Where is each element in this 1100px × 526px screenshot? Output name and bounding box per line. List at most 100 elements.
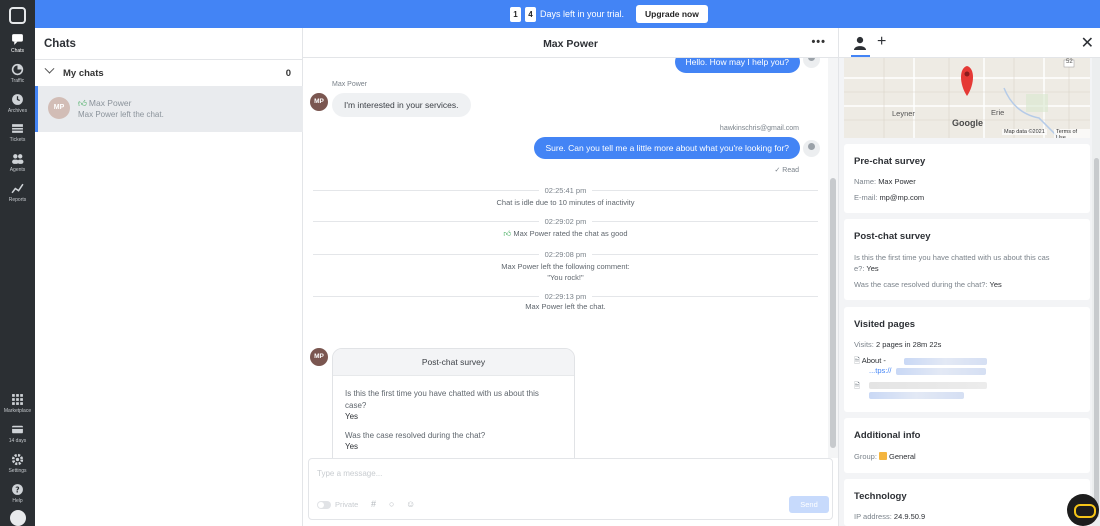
card-title: Visited pages: [854, 319, 916, 330]
page-icon: 🗎︎: [854, 381, 861, 390]
rail-item-archives[interactable]: Archives: [0, 93, 35, 114]
my-chats-section[interactable]: My chats 0: [35, 59, 303, 86]
attachment-icon[interactable]: ○: [389, 499, 394, 509]
redacted-text: [869, 382, 987, 389]
ticket-icon: [12, 124, 23, 133]
add-tab-icon[interactable]: +: [877, 33, 886, 51]
upgrade-button[interactable]: Upgrade now: [636, 5, 708, 23]
visited-page-url[interactable]: ...tps://: [869, 366, 892, 375]
event-time: 02:29:02 pm: [538, 217, 593, 226]
message-composer: Private # ○ ☺ Send: [308, 458, 833, 520]
rail-item-help[interactable]: ? Help: [0, 483, 35, 504]
user-avatar[interactable]: [10, 510, 26, 526]
close-icon[interactable]: ✕: [1081, 33, 1094, 53]
rail-label: Agents: [9, 167, 26, 173]
survey-answer: Yes: [989, 280, 1002, 289]
chevron-down-icon: [44, 63, 55, 74]
agent-avatar-icon: [803, 58, 820, 68]
help-icon: ?: [12, 484, 23, 495]
gear-icon: [11, 453, 24, 466]
pre-chat-survey-card: Pre-chat survey Name: Max Power E-mail: …: [844, 144, 1090, 213]
rail-item-reports[interactable]: Reports: [0, 182, 35, 203]
agent-message: Sure. Can you tell me a little more abou…: [534, 137, 800, 159]
survey-answer: Yes: [866, 264, 879, 273]
event-time: 02:29:08 pm: [538, 250, 593, 259]
chat-list-item[interactable]: MP 👍︎ Max Power Max Power left the chat.: [35, 86, 303, 132]
chats-title: Chats: [44, 38, 76, 50]
more-options-icon[interactable]: •••: [811, 36, 826, 48]
rail-item-tickets[interactable]: Tickets: [0, 122, 35, 143]
app-logo-icon[interactable]: [9, 7, 26, 24]
rail-label: Traffic: [10, 78, 25, 84]
trial-days-digit: 4: [525, 6, 536, 22]
survey-question: Was the case resolved during the chat?:: [854, 280, 988, 289]
emoji-icon[interactable]: ☺: [406, 499, 415, 509]
message-list: Hello. How may I help you? Max Power MP …: [303, 58, 828, 458]
rail-label: Marketplace: [3, 408, 32, 414]
my-chats-count: 0: [285, 68, 291, 79]
map-credits: Map data ©2021: [1002, 129, 1047, 135]
location-map[interactable]: 52 Leyner Erie Google Map data ©2021 Ter…: [844, 58, 1090, 138]
message-input[interactable]: [317, 465, 817, 481]
private-toggle[interactable]: [317, 501, 331, 509]
event-comment: "You rock!": [547, 273, 584, 282]
conversation-panel: Max Power ••• Hello. How may I help you?…: [303, 28, 838, 526]
details-scrollbar[interactable]: [1092, 58, 1100, 526]
chats-list-panel: Chats My chats 0 MP 👍︎ Max Power Max Powe…: [35, 28, 303, 526]
rail-item-marketplace[interactable]: Marketplace: [0, 393, 35, 414]
rail-item-trial[interactable]: 14 days: [0, 423, 35, 444]
rail-label: Chats: [10, 48, 25, 54]
survey-question: Was the case resolved during the chat?: [345, 430, 486, 440]
avatar: MP: [310, 348, 328, 366]
visited-pages-card: Visited pages Visits: 2 pages in 28m 22s…: [844, 307, 1090, 412]
traffic-icon: [11, 63, 24, 76]
map-terms-link[interactable]: Terms of Use: [1054, 129, 1090, 138]
field-value: 24.9.50.9: [893, 512, 926, 521]
left-nav-rail: Chats Traffic Archives Tickets Agents Re…: [0, 0, 35, 526]
card-title: Additional info: [854, 430, 921, 441]
rail-item-chats[interactable]: Chats: [0, 33, 35, 54]
people-icon: [12, 154, 24, 164]
agent-message: Hello. How may I help you?: [674, 58, 800, 73]
post-chat-survey-card: Post-chat survey Is this the first time …: [332, 348, 575, 458]
chat-item-name: Max Power: [88, 98, 132, 108]
avatar: MP: [48, 97, 70, 119]
active-tab-indicator: [851, 55, 870, 57]
survey-question: Is this the first time you have chatted …: [345, 389, 539, 410]
trial-banner: 1 4 Days left in your trial. Upgrade now: [35, 0, 1100, 28]
card-title: Post-chat survey: [854, 231, 931, 242]
agent-avatar-icon: [803, 140, 820, 157]
thumbs-up-icon: 👍︎: [78, 98, 87, 108]
map-route-label: 52: [1066, 59, 1073, 65]
thumbs-up-icon: 👍︎: [503, 229, 512, 238]
send-button[interactable]: Send: [789, 496, 829, 513]
grid-icon: [12, 394, 23, 405]
details-header: + ✕: [839, 28, 1100, 58]
visited-page-title[interactable]: About -: [862, 356, 886, 365]
chat-item-preview: Max Power left the chat.: [78, 110, 164, 119]
rail-item-settings[interactable]: Settings: [0, 453, 35, 474]
field-value: Max Power: [878, 177, 916, 186]
assistant-widget-button[interactable]: [1067, 494, 1099, 526]
chat-bubble-icon: [12, 34, 23, 45]
event-time: 02:25:41 pm: [538, 186, 593, 195]
google-logo: Google: [952, 118, 983, 128]
field-label: Group:: [854, 452, 877, 461]
map-label-leyner: Leyner: [892, 109, 915, 118]
group-badge-icon: [879, 452, 888, 460]
trial-text: Days left in your trial.: [540, 9, 625, 19]
rail-item-traffic[interactable]: Traffic: [0, 63, 35, 84]
clock-icon: [12, 94, 23, 105]
field-label: Visits:: [854, 340, 874, 349]
page-icon: 🗎︎: [854, 356, 861, 365]
event-text: Max Power rated the chat as good: [513, 229, 628, 238]
field-label: Name:: [854, 177, 877, 186]
hash-icon[interactable]: #: [371, 499, 376, 509]
visitor-message: I'm interested in your services.: [332, 93, 471, 117]
customer-tab-icon[interactable]: [853, 36, 867, 50]
svg-text:?: ?: [15, 485, 19, 494]
field-label: IP address:: [854, 512, 892, 521]
rail-item-agents[interactable]: Agents: [0, 152, 35, 173]
conversation-scrollbar[interactable]: [828, 58, 838, 458]
technology-card: Technology IP address: 24.9.50.9: [844, 479, 1090, 526]
